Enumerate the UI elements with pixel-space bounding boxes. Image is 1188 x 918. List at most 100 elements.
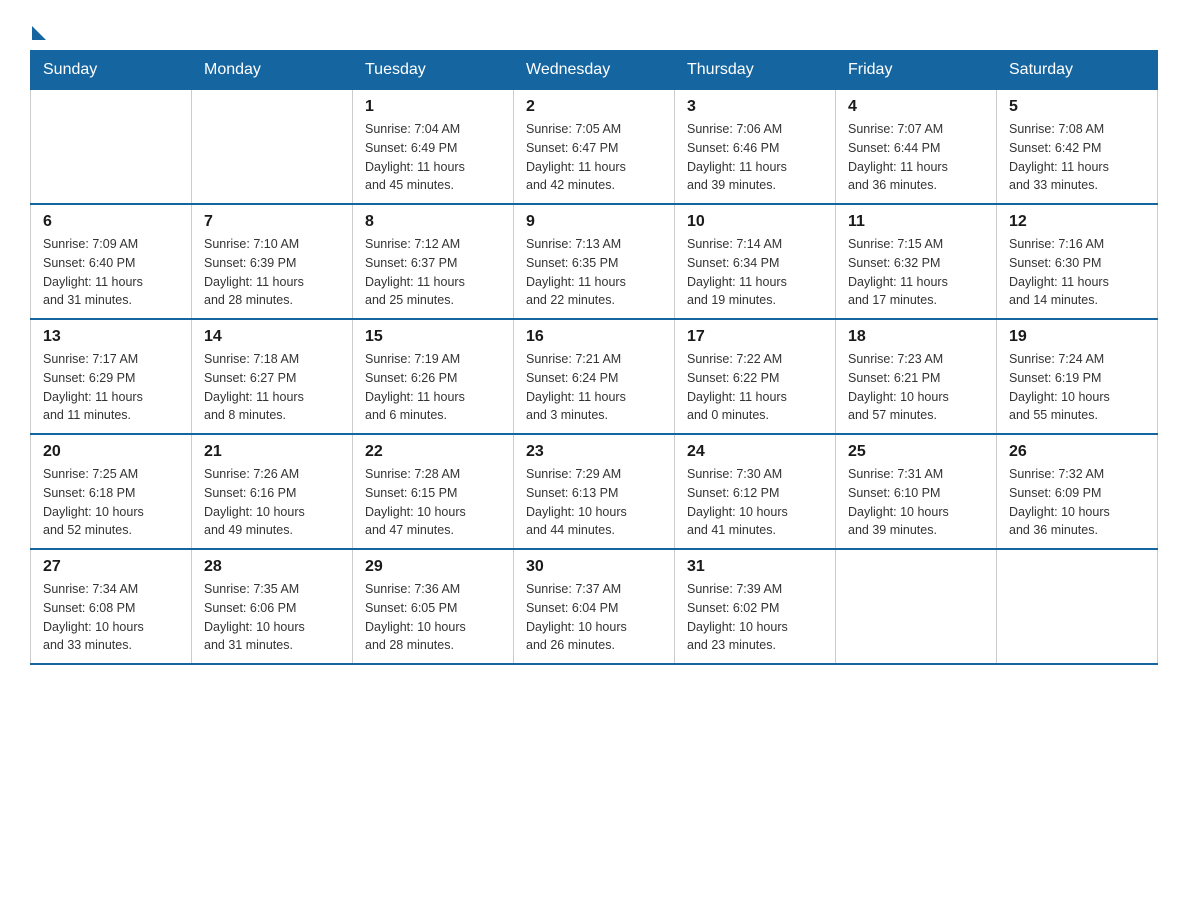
calendar-cell [836, 549, 997, 664]
day-number: 20 [43, 443, 179, 461]
day-number: 23 [526, 443, 662, 461]
day-number: 19 [1009, 328, 1145, 346]
weekday-header-sunday: Sunday [31, 51, 192, 90]
day-number: 28 [204, 558, 340, 576]
day-number: 29 [365, 558, 501, 576]
day-detail: Sunrise: 7:37 AM Sunset: 6:04 PM Dayligh… [526, 580, 662, 655]
calendar-cell: 5 Sunrise: 7:08 AM Sunset: 6:42 PM Daylig… [997, 90, 1158, 205]
calendar-cell: 29 Sunrise: 7:36 AM Sunset: 6:05 PM Dayli… [353, 549, 514, 664]
calendar-cell: 24 Sunrise: 7:30 AM Sunset: 6:12 PM Dayli… [675, 434, 836, 549]
page-header [30, 20, 1158, 40]
day-detail: Sunrise: 7:32 AM Sunset: 6:09 PM Dayligh… [1009, 465, 1145, 540]
day-number: 13 [43, 328, 179, 346]
calendar-cell: 22 Sunrise: 7:28 AM Sunset: 6:15 PM Dayli… [353, 434, 514, 549]
day-detail: Sunrise: 7:14 AM Sunset: 6:34 PM Dayligh… [687, 235, 823, 310]
calendar-cell: 18 Sunrise: 7:23 AM Sunset: 6:21 PM Dayli… [836, 319, 997, 434]
weekday-header-friday: Friday [836, 51, 997, 90]
calendar-cell: 4 Sunrise: 7:07 AM Sunset: 6:44 PM Daylig… [836, 90, 997, 205]
calendar-cell: 7Sunrise: 7:10 AM Sunset: 6:39 PM Daylig… [192, 204, 353, 319]
weekday-header-monday: Monday [192, 51, 353, 90]
day-number: 31 [687, 558, 823, 576]
calendar-week-row: 20 Sunrise: 7:25 AM Sunset: 6:18 PM Dayli… [31, 434, 1158, 549]
calendar-week-row: 1 Sunrise: 7:04 AM Sunset: 6:49 PM Daylig… [31, 90, 1158, 205]
day-detail: Sunrise: 7:17 AM Sunset: 6:29 PM Dayligh… [43, 350, 179, 425]
logo [30, 20, 46, 40]
calendar-cell: 1 Sunrise: 7:04 AM Sunset: 6:49 PM Daylig… [353, 90, 514, 205]
calendar-cell: 9Sunrise: 7:13 AM Sunset: 6:35 PM Daylig… [514, 204, 675, 319]
calendar-cell: 12 Sunrise: 7:16 AM Sunset: 6:30 PM Dayli… [997, 204, 1158, 319]
logo-arrow-icon [32, 26, 46, 40]
day-number: 16 [526, 328, 662, 346]
day-number: 22 [365, 443, 501, 461]
day-number: 27 [43, 558, 179, 576]
day-number: 24 [687, 443, 823, 461]
day-number: 17 [687, 328, 823, 346]
day-detail: Sunrise: 7:26 AM Sunset: 6:16 PM Dayligh… [204, 465, 340, 540]
day-detail: Sunrise: 7:24 AM Sunset: 6:19 PM Dayligh… [1009, 350, 1145, 425]
day-detail: Sunrise: 7:18 AM Sunset: 6:27 PM Dayligh… [204, 350, 340, 425]
day-detail: Sunrise: 7:04 AM Sunset: 6:49 PM Dayligh… [365, 120, 501, 195]
calendar-cell: 30Sunrise: 7:37 AM Sunset: 6:04 PM Dayli… [514, 549, 675, 664]
day-number: 6 [43, 213, 179, 231]
day-detail: Sunrise: 7:05 AM Sunset: 6:47 PM Dayligh… [526, 120, 662, 195]
day-detail: Sunrise: 7:28 AM Sunset: 6:15 PM Dayligh… [365, 465, 501, 540]
calendar-cell: 2 Sunrise: 7:05 AM Sunset: 6:47 PM Daylig… [514, 90, 675, 205]
day-detail: Sunrise: 7:16 AM Sunset: 6:30 PM Dayligh… [1009, 235, 1145, 310]
calendar-cell: 20 Sunrise: 7:25 AM Sunset: 6:18 PM Dayli… [31, 434, 192, 549]
day-number: 4 [848, 98, 984, 116]
day-detail: Sunrise: 7:08 AM Sunset: 6:42 PM Dayligh… [1009, 120, 1145, 195]
day-number: 9 [526, 213, 662, 231]
day-detail: Sunrise: 7:06 AM Sunset: 6:46 PM Dayligh… [687, 120, 823, 195]
calendar-cell: 8 Sunrise: 7:12 AM Sunset: 6:37 PM Daylig… [353, 204, 514, 319]
day-detail: Sunrise: 7:25 AM Sunset: 6:18 PM Dayligh… [43, 465, 179, 540]
weekday-header-wednesday: Wednesday [514, 51, 675, 90]
day-detail: Sunrise: 7:19 AM Sunset: 6:26 PM Dayligh… [365, 350, 501, 425]
day-detail: Sunrise: 7:09 AM Sunset: 6:40 PM Dayligh… [43, 235, 179, 310]
calendar-cell: 10 Sunrise: 7:14 AM Sunset: 6:34 PM Dayli… [675, 204, 836, 319]
day-detail: Sunrise: 7:15 AM Sunset: 6:32 PM Dayligh… [848, 235, 984, 310]
day-number: 1 [365, 98, 501, 116]
calendar-cell: 15 Sunrise: 7:19 AM Sunset: 6:26 PM Dayli… [353, 319, 514, 434]
calendar-cell: 16 Sunrise: 7:21 AM Sunset: 6:24 PM Dayli… [514, 319, 675, 434]
day-detail: Sunrise: 7:29 AM Sunset: 6:13 PM Dayligh… [526, 465, 662, 540]
day-detail: Sunrise: 7:21 AM Sunset: 6:24 PM Dayligh… [526, 350, 662, 425]
day-detail: Sunrise: 7:39 AM Sunset: 6:02 PM Dayligh… [687, 580, 823, 655]
weekday-header-thursday: Thursday [675, 51, 836, 90]
calendar-cell [997, 549, 1158, 664]
day-detail: Sunrise: 7:07 AM Sunset: 6:44 PM Dayligh… [848, 120, 984, 195]
calendar-week-row: 27 Sunrise: 7:34 AM Sunset: 6:08 PM Dayli… [31, 549, 1158, 664]
calendar-cell: 21 Sunrise: 7:26 AM Sunset: 6:16 PM Dayli… [192, 434, 353, 549]
calendar-cell: 31 Sunrise: 7:39 AM Sunset: 6:02 PM Dayli… [675, 549, 836, 664]
day-number: 12 [1009, 213, 1145, 231]
calendar-cell: 17 Sunrise: 7:22 AM Sunset: 6:22 PM Dayli… [675, 319, 836, 434]
day-number: 3 [687, 98, 823, 116]
calendar-week-row: 6 Sunrise: 7:09 AM Sunset: 6:40 PM Daylig… [31, 204, 1158, 319]
day-detail: Sunrise: 7:35 AM Sunset: 6:06 PM Dayligh… [204, 580, 340, 655]
day-detail: Sunrise: 7:12 AM Sunset: 6:37 PM Dayligh… [365, 235, 501, 310]
day-detail: Sunrise: 7:34 AM Sunset: 6:08 PM Dayligh… [43, 580, 179, 655]
calendar-cell: 11 Sunrise: 7:15 AM Sunset: 6:32 PM Dayli… [836, 204, 997, 319]
weekday-header-row: SundayMondayTuesdayWednesdayThursdayFrid… [31, 51, 1158, 90]
day-detail: Sunrise: 7:30 AM Sunset: 6:12 PM Dayligh… [687, 465, 823, 540]
day-number: 21 [204, 443, 340, 461]
day-number: 5 [1009, 98, 1145, 116]
weekday-header-saturday: Saturday [997, 51, 1158, 90]
calendar-table: SundayMondayTuesdayWednesdayThursdayFrid… [30, 50, 1158, 665]
day-detail: Sunrise: 7:23 AM Sunset: 6:21 PM Dayligh… [848, 350, 984, 425]
day-number: 10 [687, 213, 823, 231]
calendar-cell [192, 90, 353, 205]
calendar-cell [31, 90, 192, 205]
day-number: 25 [848, 443, 984, 461]
day-number: 8 [365, 213, 501, 231]
calendar-cell: 28 Sunrise: 7:35 AM Sunset: 6:06 PM Dayli… [192, 549, 353, 664]
day-detail: Sunrise: 7:36 AM Sunset: 6:05 PM Dayligh… [365, 580, 501, 655]
day-number: 11 [848, 213, 984, 231]
day-detail: Sunrise: 7:22 AM Sunset: 6:22 PM Dayligh… [687, 350, 823, 425]
day-number: 15 [365, 328, 501, 346]
calendar-cell: 6 Sunrise: 7:09 AM Sunset: 6:40 PM Daylig… [31, 204, 192, 319]
day-number: 18 [848, 328, 984, 346]
weekday-header-tuesday: Tuesday [353, 51, 514, 90]
calendar-body: 1 Sunrise: 7:04 AM Sunset: 6:49 PM Daylig… [31, 90, 1158, 665]
day-number: 2 [526, 98, 662, 116]
calendar-cell: 13 Sunrise: 7:17 AM Sunset: 6:29 PM Dayli… [31, 319, 192, 434]
